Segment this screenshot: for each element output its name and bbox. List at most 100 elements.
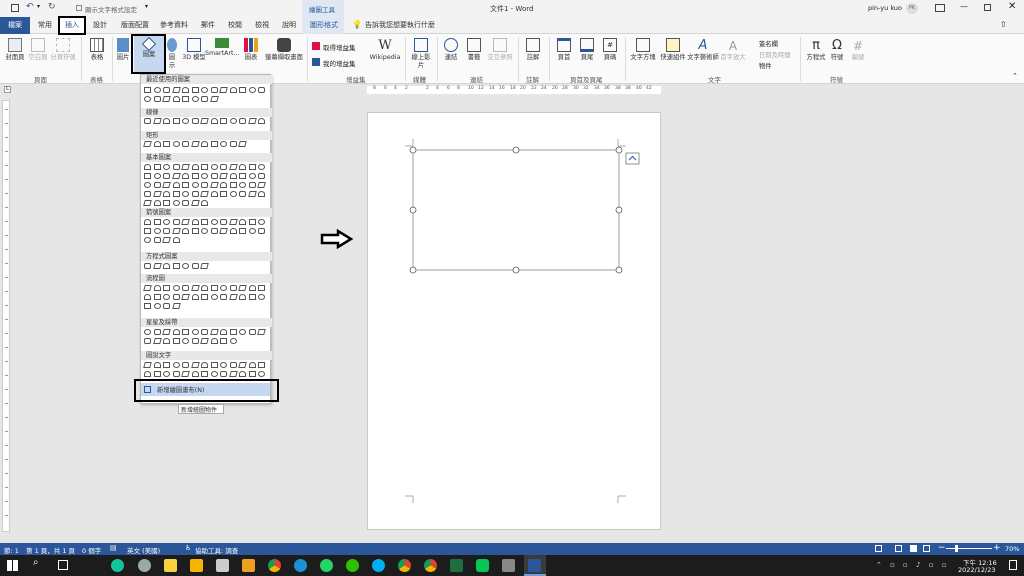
shape-item[interactable]	[248, 329, 256, 335]
tell-me-box[interactable]: 告訴我您想要執行什麼	[365, 20, 435, 30]
shape-item[interactable]	[144, 263, 151, 269]
focus-mode-icon[interactable]	[875, 545, 882, 552]
shape-item[interactable]	[182, 329, 189, 335]
shape-item[interactable]	[163, 87, 170, 93]
shape-item[interactable]	[238, 141, 247, 147]
shape-item[interactable]	[172, 263, 180, 269]
shape-item[interactable]	[144, 118, 151, 124]
shape-item[interactable]	[163, 303, 170, 309]
shape-item[interactable]	[152, 191, 162, 197]
shape-item[interactable]	[239, 118, 246, 124]
shape-item[interactable]	[228, 371, 238, 377]
shape-item[interactable]	[229, 285, 237, 291]
shape-item[interactable]	[191, 219, 199, 225]
shape-item[interactable]	[229, 338, 237, 344]
minimize-icon[interactable]: —	[960, 2, 968, 11]
shape-item[interactable]	[201, 294, 208, 300]
lightbulb-icon[interactable]: 💡	[352, 20, 362, 29]
shape-item[interactable]	[163, 285, 170, 291]
skype-icon[interactable]	[372, 559, 385, 572]
shape-item[interactable]	[172, 219, 180, 225]
shape-item[interactable]	[209, 96, 219, 102]
zoom-level[interactable]: 70%	[1005, 545, 1019, 553]
zoom-out-icon[interactable]: −	[938, 543, 946, 553]
shape-item[interactable]	[239, 164, 246, 170]
shape-item[interactable]	[209, 329, 219, 335]
shape-item[interactable]	[153, 228, 161, 234]
shape-item[interactable]	[182, 200, 189, 206]
shape-item[interactable]	[163, 263, 170, 269]
wechat-icon[interactable]	[346, 559, 359, 572]
shape-item[interactable]	[153, 182, 161, 188]
tray-icons[interactable]: ⌃ ▫ ▫ ♪ ▫ ▫	[876, 561, 949, 569]
shape-item[interactable]	[201, 329, 208, 335]
tab-view[interactable]: 檢視	[255, 20, 269, 30]
shape-item[interactable]	[210, 294, 218, 300]
shape-item[interactable]	[182, 338, 189, 344]
wikipedia-button[interactable]: W Wikipedia	[367, 38, 403, 62]
shape-item[interactable]	[182, 182, 189, 188]
print-layout-icon[interactable]	[910, 545, 917, 552]
shape-item[interactable]	[257, 329, 266, 335]
shape-item[interactable]	[210, 362, 218, 368]
language[interactable]: 英文 (美國)	[127, 545, 160, 555]
shape-item[interactable]	[191, 164, 199, 170]
shape-item[interactable]	[153, 362, 161, 368]
redo-icon[interactable]: ↻	[48, 2, 56, 12]
shape-item[interactable]	[163, 118, 170, 124]
shape-item[interactable]	[181, 294, 190, 300]
shape-item[interactable]	[163, 338, 170, 344]
shape-item[interactable]	[219, 87, 228, 93]
shape-item[interactable]	[201, 96, 208, 102]
chrome-icon[interactable]	[268, 559, 281, 572]
shape-item[interactable]	[182, 191, 189, 197]
shape-item[interactable]	[220, 182, 227, 188]
shape-item[interactable]	[229, 182, 237, 188]
shape-item[interactable]	[172, 329, 180, 335]
shape-item[interactable]	[163, 141, 170, 147]
tab-review[interactable]: 校閱	[228, 20, 242, 30]
shape-item[interactable]	[191, 191, 199, 197]
shape-item[interactable]	[191, 182, 199, 188]
word-count[interactable]: 0 個字	[82, 545, 101, 555]
page-break-button[interactable]: 分頁符號	[50, 38, 76, 62]
shape-item[interactable]	[144, 303, 151, 309]
shape-item[interactable]	[143, 200, 152, 206]
shape-item[interactable]	[220, 141, 227, 147]
online-video-button[interactable]: 線上影片	[410, 38, 432, 70]
shape-item[interactable]	[239, 294, 246, 300]
shape-item[interactable]	[248, 182, 256, 188]
shape-item[interactable]	[239, 182, 246, 188]
taskbar-app-icon[interactable]	[242, 559, 255, 572]
tab-file-label[interactable]: 檔案	[8, 20, 22, 30]
shape-item[interactable]	[163, 371, 170, 377]
taskbar-app-icon[interactable]	[216, 559, 229, 572]
shape-item[interactable]	[162, 182, 171, 188]
shape-item[interactable]	[144, 191, 151, 197]
shape-item[interactable]	[144, 338, 151, 344]
shape-item[interactable]	[201, 141, 208, 147]
taskbar-app-icon[interactable]	[502, 559, 515, 572]
accessibility-status[interactable]: 協助工具: 調查	[195, 545, 238, 555]
page-number-button[interactable]: # 頁碼	[599, 38, 621, 62]
bookmark-button[interactable]: 書籤	[463, 38, 485, 62]
shape-item[interactable]	[201, 200, 208, 206]
shape-item[interactable]	[220, 285, 227, 291]
shape-item[interactable]	[172, 164, 180, 170]
chart-button[interactable]: 圖表	[240, 38, 262, 62]
shape-item[interactable]	[190, 200, 200, 206]
shape-item[interactable]	[248, 362, 256, 368]
shape-item[interactable]	[229, 362, 237, 368]
shape-item[interactable]	[219, 228, 228, 234]
page-indicator[interactable]: 第 1 頁，共 1 頁	[26, 545, 75, 555]
shape-item[interactable]	[172, 96, 180, 102]
zoom-slider[interactable]	[946, 548, 992, 549]
shape-item[interactable]	[144, 237, 151, 243]
shape-item[interactable]	[210, 228, 218, 234]
shape-item[interactable]	[219, 173, 228, 179]
user-name[interactable]: pin-yu kuo	[868, 4, 902, 12]
shape-item[interactable]	[201, 362, 208, 368]
shape-item[interactable]	[172, 371, 180, 377]
shape-item[interactable]	[258, 285, 265, 291]
edge-icon[interactable]	[294, 559, 307, 572]
